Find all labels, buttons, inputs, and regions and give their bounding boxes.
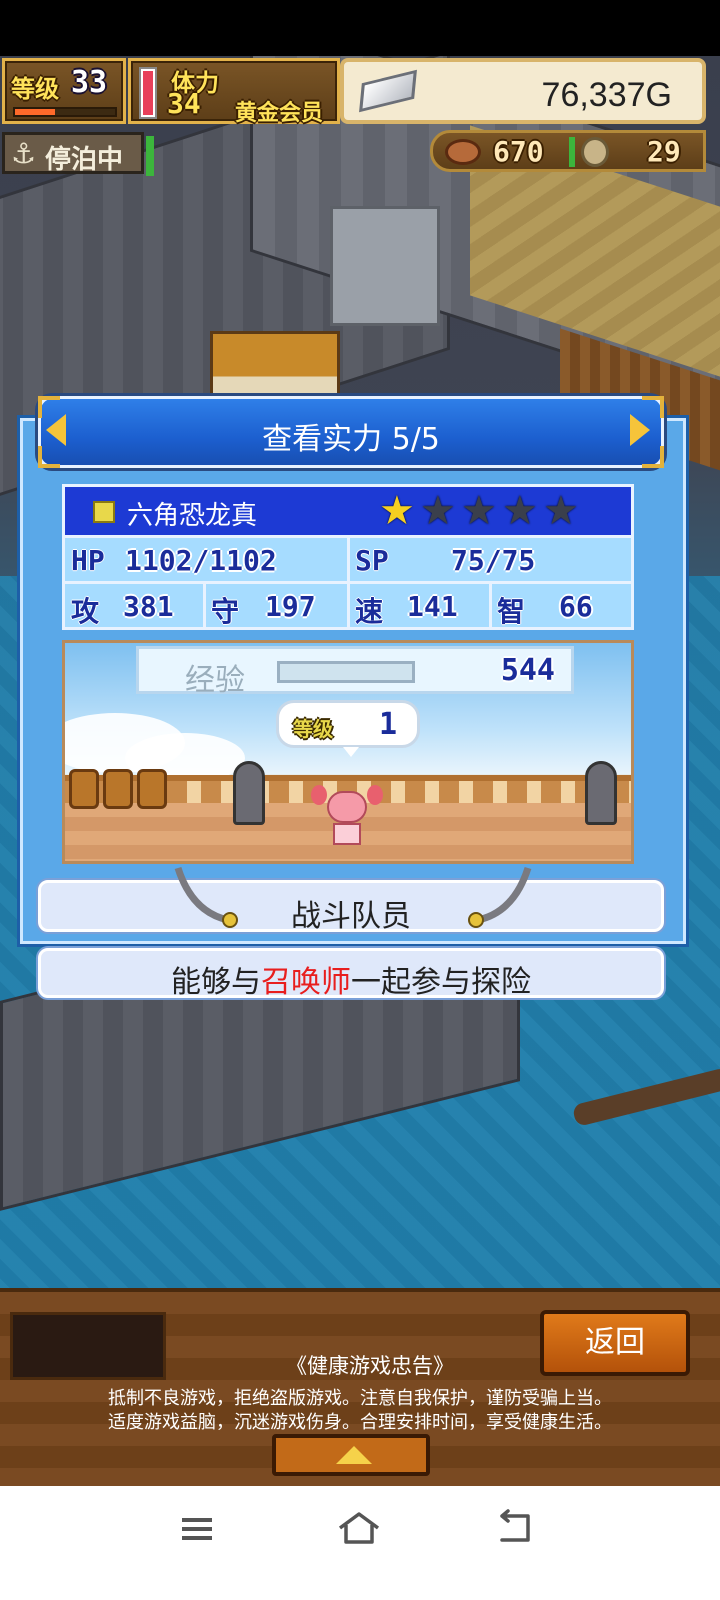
star-icon: ★	[502, 488, 538, 534]
medal-icon	[581, 137, 609, 167]
anchor-indicator	[146, 136, 154, 176]
dialog-title: 查看实力 5/5	[262, 422, 440, 457]
barrel	[69, 769, 99, 809]
deck-cannon	[585, 761, 617, 825]
def-value: 197	[265, 590, 316, 623]
star-icon: ★	[420, 488, 456, 534]
role-description-bar: 能够与召唤师一起参与探险	[38, 948, 664, 1000]
exp-progress-bar	[277, 661, 415, 683]
sword-icon	[468, 866, 532, 928]
membership-badge: 黄金会员	[235, 101, 324, 126]
star-icon: ★	[543, 488, 579, 534]
stamina-gauge	[139, 67, 157, 119]
role-bar: 战斗队员	[38, 880, 664, 934]
meat-icon	[445, 139, 481, 165]
axolotl-unit-sprite[interactable]	[311, 783, 383, 847]
star-icon: ★	[379, 488, 415, 534]
stats-panel: 六角恐龙真 ★ ★ ★ ★ ★ HP 1102/1102 SP 75/75 攻 381 …	[62, 484, 634, 630]
unit-class-icon	[93, 501, 115, 523]
barrel	[137, 769, 167, 809]
stat-row-hp-sp: HP 1102/1102 SP 75/75	[65, 535, 631, 581]
status-bar	[0, 0, 720, 56]
resource-panel: 670 29	[430, 130, 706, 172]
level-value: 33	[71, 65, 108, 100]
health-advice-line2: 适度游戏益脑，沉迷游戏伤身。合理安排时间，享受健康生活。	[108, 1412, 612, 1433]
def-label: 守	[211, 595, 240, 628]
sp-label: SP	[355, 544, 389, 577]
gold-amount: 76,337G	[541, 76, 672, 114]
summoner-highlight: 召唤师	[261, 965, 351, 1000]
medal-count: 29	[647, 135, 681, 168]
anchor-status-panel[interactable]: ⚓ 停泊中	[2, 132, 144, 175]
spd-label: 速	[355, 595, 384, 628]
food-count: 670	[493, 135, 544, 168]
sp-value: 75/75	[451, 544, 536, 577]
experience-panel: 经验 544	[136, 646, 574, 698]
silver-ingot-icon	[359, 69, 417, 113]
food-indicator	[569, 137, 575, 167]
anchor-status: 停泊中	[45, 145, 124, 175]
hp-value: 1102/1102	[125, 544, 277, 577]
name-row: 六角恐龙真 ★ ★ ★ ★ ★	[65, 487, 631, 535]
level-progress-bar	[13, 107, 117, 117]
star-icon: ★	[461, 488, 497, 534]
health-advice-line1: 抵制不良游戏，拒绝盗版游戏。注意自我保护，谨防受骗上当。	[108, 1388, 612, 1409]
atk-label: 攻	[71, 595, 100, 628]
anchor-icon: ⚓	[11, 137, 37, 170]
sword-icon	[174, 866, 238, 928]
expand-menu-button[interactable]	[272, 1434, 430, 1476]
spd-value: 141	[407, 590, 458, 623]
exp-value: 544	[500, 653, 555, 688]
hp-label: HP	[71, 544, 105, 577]
role-label: 战斗队员	[291, 899, 411, 934]
exp-label: 经验	[185, 663, 245, 698]
unit-level-bubble: 等级 1	[276, 700, 420, 757]
deck-cannon	[233, 761, 265, 825]
int-value: 66	[559, 590, 593, 623]
barrel	[103, 769, 133, 809]
stamina-value: 34	[167, 87, 201, 120]
home-icon[interactable]	[334, 1508, 384, 1548]
menu-icon[interactable]	[172, 1508, 222, 1548]
gold-panel[interactable]: 76,337G	[340, 58, 706, 124]
stamina-panel: 体力 34 黄金会员	[128, 58, 340, 126]
atk-value: 381	[123, 590, 174, 623]
stat-row-attributes: 攻 381 守 197 速 141 智 66	[65, 581, 631, 628]
health-advice-title: 《健康游戏忠告》	[286, 1354, 454, 1378]
level-panel: 等级 33	[2, 58, 126, 124]
bottom-panel: 返回 《健康游戏忠告》 抵制不良游戏，拒绝盗版游戏。注意自我保护，谨防受骗上当。…	[0, 1288, 720, 1486]
level-label: 等级	[11, 75, 59, 103]
role-description: 能够与召唤师一起参与探险	[171, 965, 531, 1000]
int-label: 智	[497, 595, 526, 628]
system-nav-bar	[0, 1486, 720, 1600]
unit-level-label: 等级	[293, 717, 333, 741]
unit-level-value: 1	[378, 707, 397, 742]
unit-name: 六角恐龙真	[127, 501, 258, 531]
castle-tower[interactable]	[330, 206, 440, 326]
back-icon[interactable]	[492, 1508, 542, 1548]
